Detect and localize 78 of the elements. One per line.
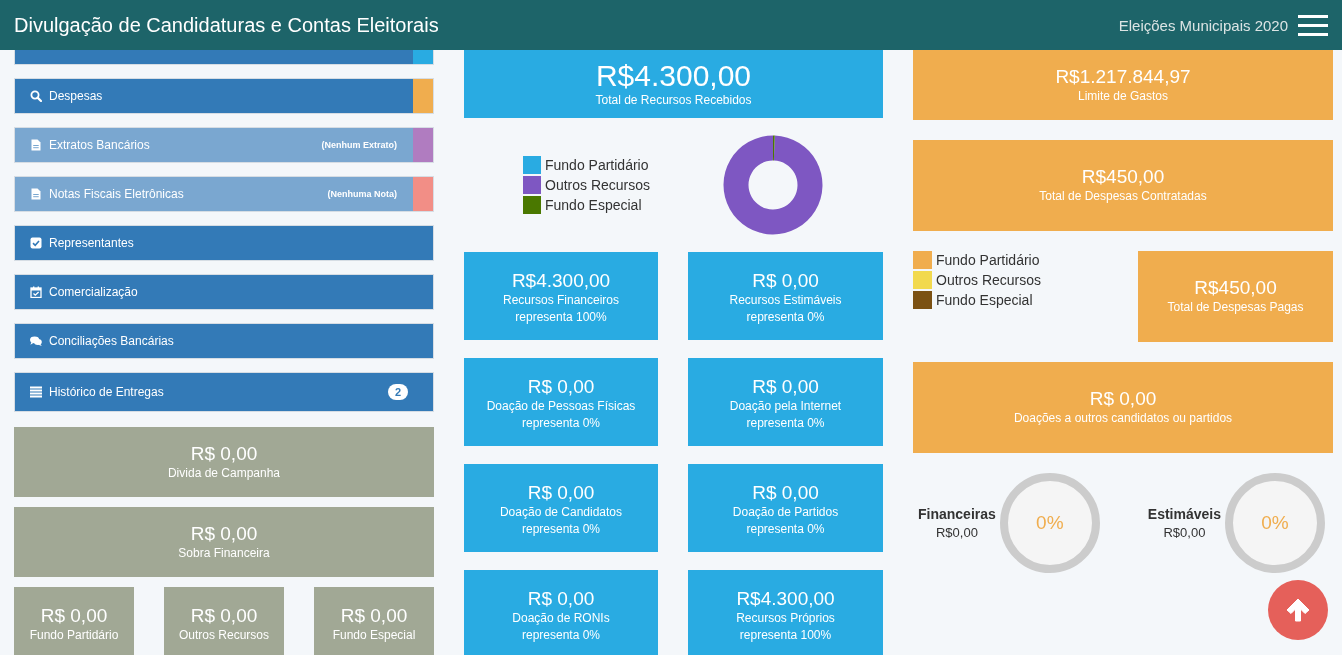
status-note: (Nenhum Extrato) — [321, 140, 398, 150]
card-label: Doações a outros candidatos ou partidos — [1013, 410, 1233, 427]
sidebar-item[interactable]: Comercialização — [14, 274, 434, 310]
gauge-percent: 0% — [1261, 512, 1289, 534]
stat-label: Doação de Pessoas Físicas — [486, 398, 636, 415]
stat-value: R$4.300,00 — [511, 270, 611, 292]
menu-icon — [1298, 14, 1328, 36]
card-label: Outros Recursos — [179, 627, 269, 644]
card-value: R$ 0,00 — [190, 522, 258, 545]
share-text: representa 0% — [521, 521, 600, 538]
calendar-icon — [30, 286, 42, 298]
scroll-top-button[interactable] — [1268, 580, 1328, 640]
legend-label: Fundo Partidário — [936, 251, 1040, 269]
chat-bubbles-icon — [30, 335, 42, 347]
stat-label: Doação de RONIs — [512, 610, 610, 627]
sidebar-item[interactable]: Representantes — [14, 225, 434, 261]
card-label: Fundo Partidário — [29, 627, 119, 644]
legend-label: Fundo Especial — [545, 196, 642, 214]
card-value: R$ 0,00 — [190, 605, 258, 627]
card-label: Limite de Gastos — [1077, 87, 1168, 105]
stat-value: R$ 0,00 — [527, 588, 595, 610]
share-text: representa 100% — [515, 309, 607, 326]
card-label: Total de Despesas Contratadas — [1039, 188, 1207, 205]
stat-value: R$ 0,00 — [752, 482, 819, 504]
share-text: representa 0% — [746, 415, 825, 432]
stat-label: Recursos Próprios — [736, 610, 835, 627]
page-title: Divulgação de Candidaturas e Contas Eleitorais — [14, 13, 439, 37]
stat-label: Doação de Partidos — [732, 504, 839, 521]
count-badge: 2 — [387, 384, 408, 400]
stat-value: R$4.300,00 — [736, 588, 835, 610]
card-label: Total de Despesas Pagas — [1167, 299, 1304, 316]
legend-label: Fundo Especial — [936, 291, 1033, 309]
gauge-percent: 0% — [1036, 512, 1064, 534]
total-value: R$4.300,00 — [595, 59, 752, 92]
menu-button[interactable] — [1298, 14, 1328, 36]
legend-label: Outros Recursos — [936, 271, 1042, 289]
card-value: R$ 0,00 — [40, 605, 108, 627]
gauge-label: Financeiras — [918, 506, 996, 522]
stat-value: R$ 0,00 — [527, 482, 595, 504]
arrow-up-icon — [1286, 598, 1310, 622]
stat-label: Recursos Financeiros — [502, 292, 619, 309]
total-label: Total de Recursos Recebidos — [595, 91, 752, 109]
sidebar-item[interactable]: Histórico de Entregas 2 — [14, 372, 434, 412]
card-value: R$1.217.844,97 — [1055, 65, 1191, 88]
gauge-label: Estimáveis — [1147, 506, 1221, 522]
checkbox-icon — [30, 237, 42, 249]
stat-value: R$ 0,00 — [527, 376, 595, 398]
share-text: representa 0% — [746, 309, 825, 326]
card-label: Sobra Financeira — [178, 544, 270, 562]
card-value: R$450,00 — [1081, 166, 1165, 188]
share-text: representa 0% — [521, 627, 600, 644]
gauge-amount: R$0,00 — [1163, 525, 1206, 540]
sidebar-item[interactable]: Despesas — [14, 78, 434, 114]
card-value: R$ 0,00 — [1089, 388, 1157, 410]
card-value: R$ 0,00 — [190, 442, 258, 465]
list-icon — [30, 386, 42, 398]
legend-label: Fundo Partidário — [545, 156, 649, 174]
sidebar-item[interactable]: Conciliações Bancárias — [14, 323, 434, 359]
card-value: R$ 0,00 — [340, 605, 408, 627]
document-icon — [30, 188, 42, 200]
document-icon — [30, 139, 42, 151]
card-value: R$450,00 — [1194, 277, 1277, 299]
share-text: representa 0% — [746, 521, 825, 538]
stat-value: R$ 0,00 — [752, 270, 819, 292]
share-text: representa 100% — [739, 627, 832, 644]
card-label: Fundo Especial — [332, 627, 416, 644]
status-note: (Nenhuma Nota) — [327, 189, 398, 199]
election-label: Eleições Municipais 2020 — [1118, 16, 1288, 34]
card-label: Divida de Campanha — [167, 464, 281, 482]
gauge-amount: R$0,00 — [935, 525, 978, 540]
stat-label: Doação pela Internet — [729, 398, 842, 415]
stat-label: Recursos Estimáveis — [729, 292, 842, 309]
stat-value: R$ 0,00 — [752, 376, 819, 398]
legend-label: Outros Recursos — [545, 176, 651, 194]
sidebar-item[interactable] — [14, 50, 434, 65]
stat-label: Doação de Candidatos — [499, 504, 623, 521]
share-text: representa 0% — [521, 415, 600, 432]
search-icon — [30, 90, 42, 102]
